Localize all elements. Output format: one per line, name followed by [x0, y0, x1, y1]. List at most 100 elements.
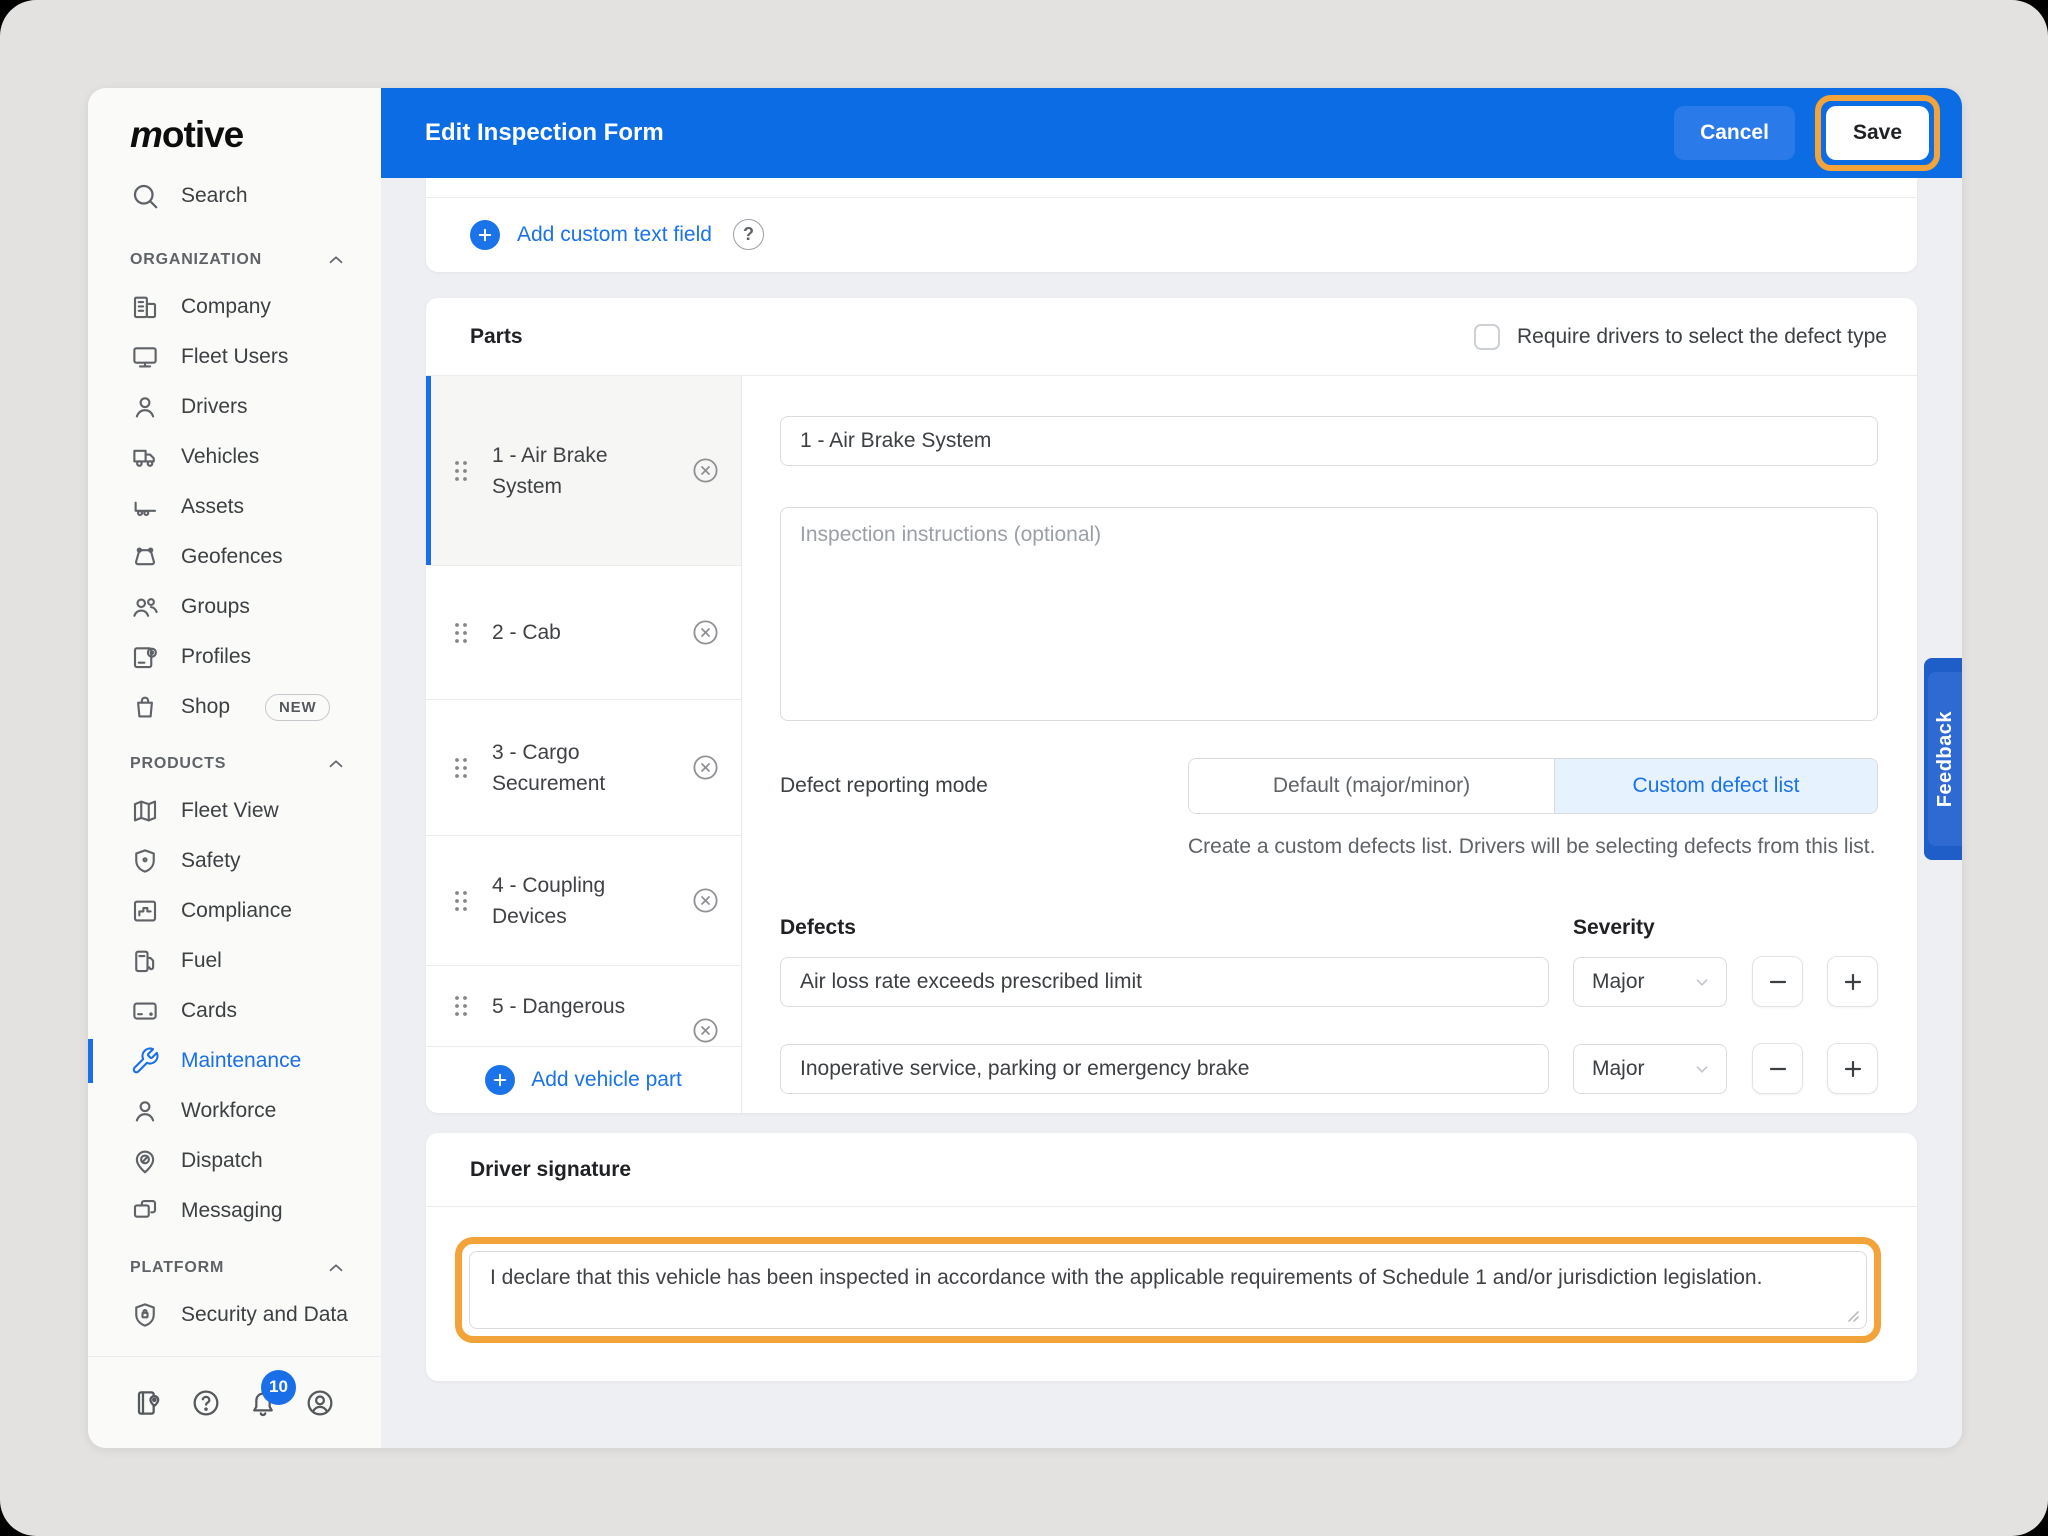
driver-signature-textarea[interactable]: I declare that this vehicle has been ins…	[470, 1252, 1866, 1328]
sidebar-item-messaging[interactable]: Messaging	[88, 1186, 381, 1236]
chevron-up-icon	[325, 249, 347, 271]
sidebar-item-maintenance[interactable]: Maintenance	[88, 1036, 381, 1086]
chevron-down-icon	[1691, 1058, 1713, 1080]
part-label: 4 - Coupling Devices	[492, 870, 668, 932]
require-defect-type-checkbox[interactable]	[1474, 324, 1500, 350]
sidebar-item-fleet-view[interactable]: Fleet View	[88, 786, 381, 836]
sidebar-item-assets[interactable]: Assets	[88, 482, 381, 532]
card-divider	[426, 178, 1917, 198]
add-vehicle-part-button[interactable]: Add vehicle part	[426, 1046, 741, 1113]
part-item-air-brake-system[interactable]: 1 - Air Brake System	[426, 376, 741, 566]
part-label: 5 - Dangerous	[492, 991, 668, 1022]
feedback-tab-inner: Feedback	[1928, 672, 1962, 846]
person-icon	[130, 392, 160, 422]
add-vehicle-part-label: Add vehicle part	[531, 1068, 682, 1092]
sidebar-item-security-and-data[interactable]: Security and Data	[88, 1290, 381, 1340]
motive-logo: motive	[130, 114, 381, 156]
sidebar-item-drivers[interactable]: Drivers	[88, 382, 381, 432]
sidebar-item-cards[interactable]: Cards	[88, 986, 381, 1036]
sidebar-section-platform[interactable]: PLATFORM	[88, 1246, 381, 1290]
account-icon[interactable]	[303, 1386, 337, 1420]
remove-part-icon[interactable]	[690, 1015, 721, 1046]
shopping-bag-icon	[130, 692, 160, 722]
sidebar-item-label: Workforce	[181, 1099, 276, 1123]
remove-defect-button[interactable]	[1752, 1043, 1803, 1094]
sidebar-item-search[interactable]: Search	[88, 170, 381, 222]
defect-name-input[interactable]	[780, 1044, 1549, 1094]
remove-part-icon[interactable]	[690, 617, 721, 648]
map-icon	[130, 796, 160, 826]
feedback-tab[interactable]: Feedback	[1924, 658, 1962, 860]
sidebar-item-fuel[interactable]: Fuel	[88, 936, 381, 986]
mode-option-custom-defect-list[interactable]: Custom defect list	[1555, 759, 1877, 813]
save-button[interactable]: Save	[1826, 106, 1929, 160]
save-highlight-ring: Save	[1815, 95, 1940, 171]
sidebar-item-dispatch[interactable]: Dispatch	[88, 1136, 381, 1186]
shield-icon	[130, 846, 160, 876]
require-defect-type-label: Require drivers to select the defect typ…	[1517, 325, 1887, 349]
sidebar-item-profiles[interactable]: Profiles	[88, 632, 381, 682]
sidebar-item-label: Profiles	[181, 645, 251, 669]
section-label: PLATFORM	[130, 1259, 224, 1277]
custom-fields-card: Add custom text field ?	[426, 178, 1917, 272]
sidebar-item-shop[interactable]: Shop NEW	[88, 682, 381, 732]
remove-defect-button[interactable]	[1752, 956, 1803, 1007]
part-label: 1 - Air Brake System	[492, 440, 668, 502]
cancel-button[interactable]: Cancel	[1674, 106, 1795, 160]
main-area: Edit Inspection Form Cancel Save Add cus…	[381, 88, 1962, 1448]
sidebar-item-geofences[interactable]: Geofences	[88, 532, 381, 582]
notifications-bell-icon[interactable]: 10	[246, 1386, 280, 1420]
sidebar-item-compliance[interactable]: Compliance	[88, 886, 381, 936]
credit-card-icon	[130, 996, 160, 1026]
inspection-instructions-textarea[interactable]	[780, 507, 1878, 721]
sidebar-item-workforce[interactable]: Workforce	[88, 1086, 381, 1136]
drag-handle-icon[interactable]	[452, 458, 470, 484]
help-tooltip-icon[interactable]: ?	[733, 219, 764, 250]
part-item-dangerous[interactable]: 5 - Dangerous	[426, 966, 741, 1046]
sidebar-item-vehicles[interactable]: Vehicles	[88, 432, 381, 482]
building-icon	[130, 292, 160, 322]
part-name-input[interactable]	[780, 416, 1878, 466]
add-defect-button[interactable]	[1827, 956, 1878, 1007]
defects-column-header: Defects	[780, 916, 1573, 940]
part-item-cab[interactable]: 2 - Cab	[426, 566, 741, 700]
part-label: 2 - Cab	[492, 617, 668, 648]
topbar: Edit Inspection Form Cancel Save	[381, 88, 1962, 178]
remove-part-icon[interactable]	[690, 455, 721, 486]
sidebar-item-safety[interactable]: Safety	[88, 836, 381, 886]
add-defect-button[interactable]	[1827, 1043, 1878, 1094]
remove-part-icon[interactable]	[690, 752, 721, 783]
compliance-icon	[130, 896, 160, 926]
drag-handle-icon[interactable]	[452, 993, 470, 1019]
remove-part-icon[interactable]	[690, 885, 721, 916]
sidebar-section-products[interactable]: PRODUCTS	[88, 742, 381, 786]
drag-handle-icon[interactable]	[452, 888, 470, 914]
sidebar-item-groups[interactable]: Groups	[88, 582, 381, 632]
add-custom-text-field-link[interactable]: Add custom text field	[517, 223, 712, 247]
help-icon[interactable]	[189, 1386, 223, 1420]
mode-option-default[interactable]: Default (major/minor)	[1189, 759, 1555, 813]
shield-lock-icon	[130, 1300, 160, 1330]
parts-list: 1 - Air Brake System 2 - Cab	[426, 376, 742, 1113]
drag-handle-icon[interactable]	[452, 755, 470, 781]
sidebar-item-label: Company	[181, 295, 271, 319]
monitor-icon	[130, 342, 160, 372]
sidebar-footer: 10	[88, 1356, 381, 1448]
sidebar-item-fleet-users[interactable]: Fleet Users	[88, 332, 381, 382]
guide-icon[interactable]	[132, 1386, 166, 1420]
severity-select[interactable]: Major	[1573, 1044, 1727, 1094]
sidebar-section-organization[interactable]: ORGANIZATION	[88, 238, 381, 282]
sidebar-item-label: Fleet Users	[181, 345, 288, 369]
screen: motive Search ORGANIZATION Company	[0, 0, 2048, 1536]
form-content: Add custom text field ? Parts Require dr…	[381, 178, 1962, 1448]
defect-name-input[interactable]	[780, 957, 1549, 1007]
sidebar-item-company[interactable]: Company	[88, 282, 381, 332]
part-item-cargo-securement[interactable]: 3 - Cargo Securement	[426, 700, 741, 836]
drag-handle-icon[interactable]	[452, 620, 470, 646]
severity-select[interactable]: Major	[1573, 957, 1727, 1007]
parts-card: Parts Require drivers to select the defe…	[426, 298, 1917, 1113]
defect-reporting-mode-label: Defect reporting mode	[780, 774, 1188, 798]
chat-bubbles-icon	[130, 1196, 160, 1226]
part-item-coupling-devices[interactable]: 4 - Coupling Devices	[426, 836, 741, 966]
defect-row: Major	[780, 956, 1878, 1007]
